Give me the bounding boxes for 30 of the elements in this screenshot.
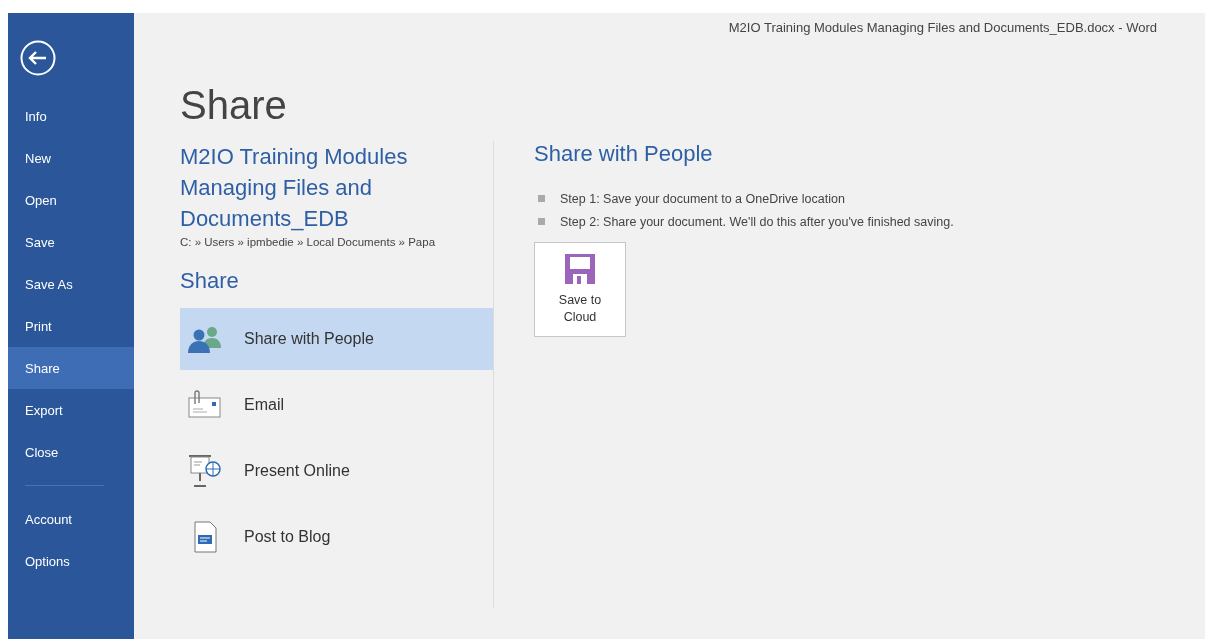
- envelope-icon: [188, 390, 222, 420]
- nav-item[interactable]: Export: [8, 389, 134, 431]
- share-option[interactable]: Share with People: [180, 308, 493, 370]
- nav-item[interactable]: Print: [8, 305, 134, 347]
- page-title: Share: [180, 83, 287, 127]
- nav-item[interactable]: Close: [8, 431, 134, 473]
- back-button[interactable]: [20, 40, 56, 76]
- nav-item[interactable]: Save As: [8, 263, 134, 305]
- nav-item[interactable]: Open: [8, 179, 134, 221]
- step-text: Step 1: Save your document to a OneDrive location: [560, 191, 845, 206]
- nav-item[interactable]: Info: [8, 95, 134, 137]
- step-text: Step 2: Share your document. We'll do this after you've finished saving.: [560, 214, 954, 229]
- square-bullet-icon: [538, 195, 545, 202]
- section-title: Share: [180, 268, 240, 294]
- nav-item[interactable]: Save: [8, 221, 134, 263]
- share-option[interactable]: Present Online: [180, 440, 493, 502]
- square-bullet-icon: [538, 218, 545, 225]
- window-title: M2IO Training Modules Managing Files and Documents_EDB.docx - Word: [728, 20, 1157, 35]
- share-option[interactable]: Email: [180, 374, 493, 436]
- nav-item[interactable]: New: [8, 137, 134, 179]
- save-to-cloud-button[interactable]: Save to Cloud: [534, 242, 626, 337]
- panel-title: Share with People: [534, 141, 714, 167]
- nav-item[interactable]: Account: [8, 498, 134, 540]
- nav-item[interactable]: Options: [8, 540, 134, 582]
- nav-item[interactable]: Share: [8, 347, 134, 389]
- document-path: C: » Users » ipmbedie » Local Documents » Papa: [180, 236, 437, 248]
- projector-screen-icon: [188, 454, 222, 488]
- share-option[interactable]: Post to Blog: [180, 506, 493, 568]
- people-icon: [188, 324, 222, 354]
- document-title: M2IO Training Modules Managing Files and Documents_EDB: [180, 143, 409, 233]
